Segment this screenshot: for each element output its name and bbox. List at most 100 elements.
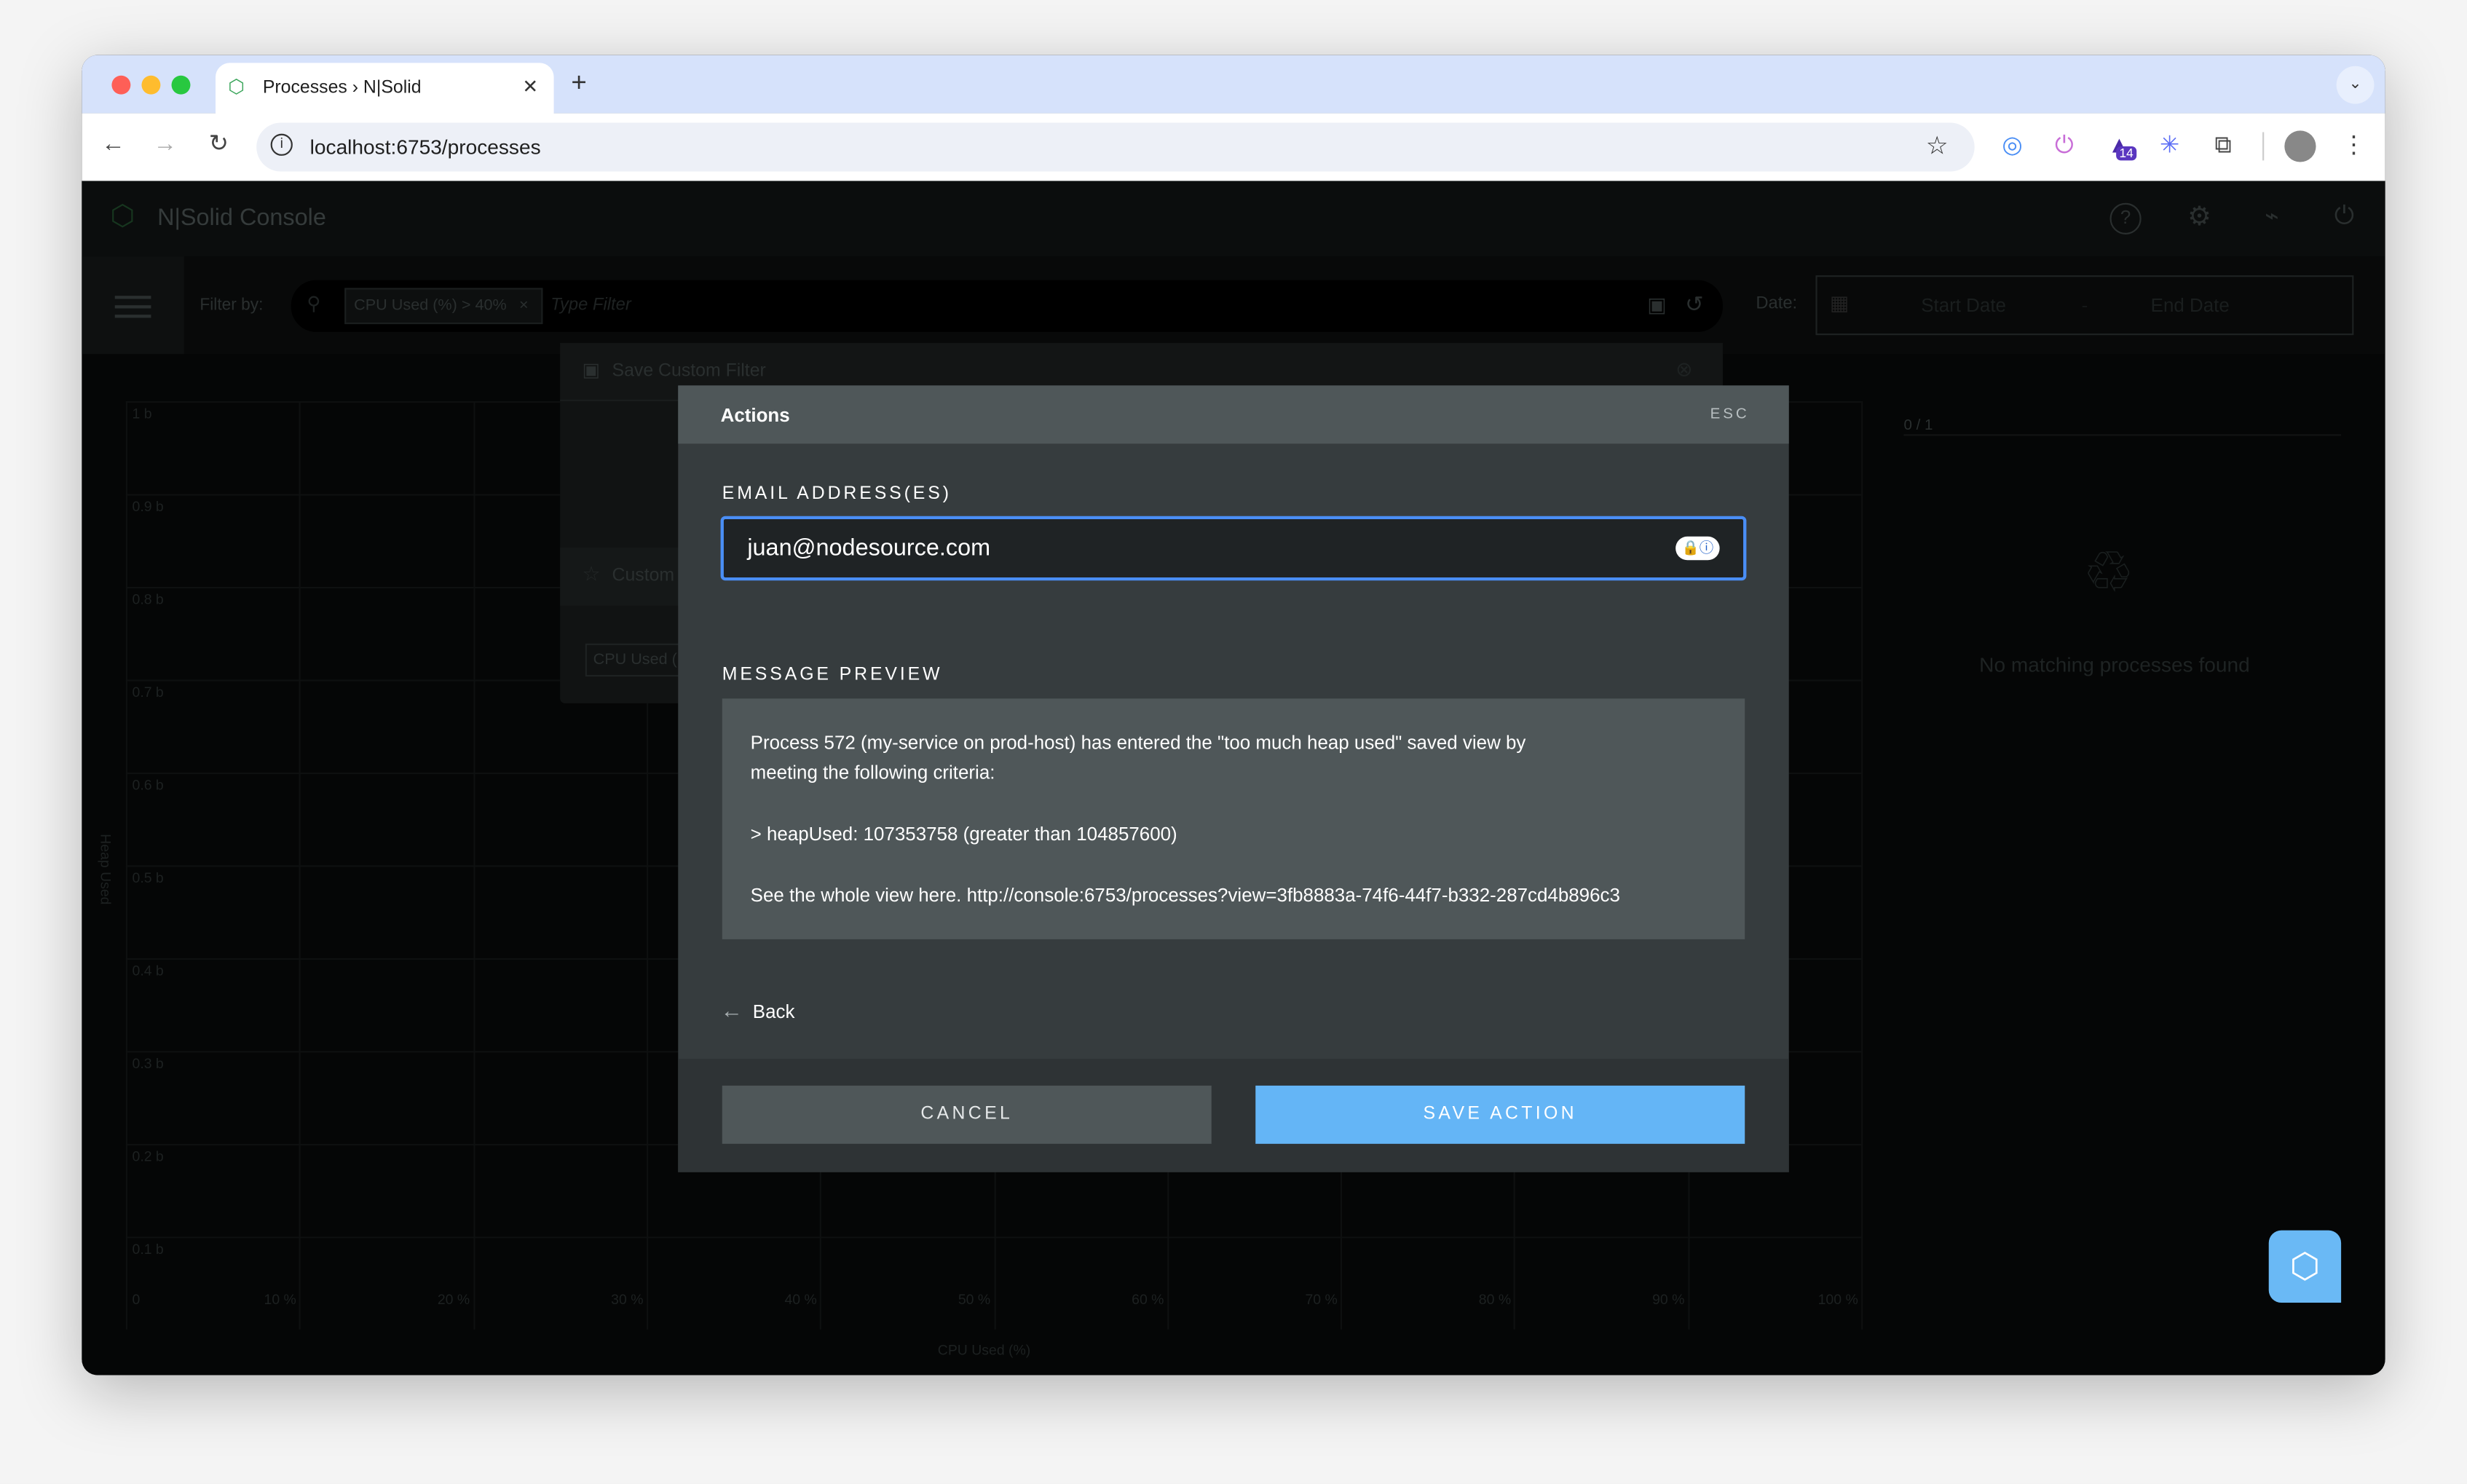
preview-label: MESSAGE PREVIEW <box>722 665 943 684</box>
y-tick-label: 0.3 b <box>132 1055 164 1072</box>
back-icon[interactable]: ← <box>98 129 129 160</box>
preview-line: Process 572 (my-service on prod-host) ha… <box>750 731 1526 754</box>
extension-password-icon[interactable]: ◎ <box>1997 130 2028 162</box>
nsolid-favicon-icon: ⬡ <box>228 75 245 98</box>
x-tick-label: 40 % <box>784 1291 817 1308</box>
y-tick-label: 0.5 b <box>132 869 164 886</box>
preview-line: See the whole view here. http://console:… <box>750 884 1620 907</box>
x-tick-label: 20 % <box>437 1291 470 1308</box>
save-action-button[interactable]: SAVE ACTION <box>1255 1085 1745 1144</box>
filter-chip[interactable]: CPU Used (%) > 40% × <box>344 288 543 325</box>
close-window-button[interactable] <box>111 75 131 95</box>
end-date-input[interactable]: End Date <box>2151 294 2230 316</box>
close-popover-icon[interactable]: ⊗ <box>1675 357 1693 382</box>
date-range-picker[interactable]: ▦ Start Date - End Date <box>1815 275 2354 336</box>
modal-header: Actions ESC <box>678 385 1789 444</box>
password-manager-icon[interactable]: 🔒ⓘ <box>1675 536 1720 561</box>
gear-icon[interactable]: ⚙ <box>2184 203 2215 234</box>
y-tick-label: 0.1 b <box>132 1241 164 1258</box>
esc-close-button[interactable]: ESC <box>1710 406 1750 423</box>
x-axis-label[interactable]: CPU Used (%) <box>938 1342 1031 1358</box>
x-tick-label: 70 % <box>1305 1291 1338 1308</box>
filter-placeholder: Type Filter <box>550 296 631 315</box>
help-icon[interactable]: ? <box>2109 202 2142 234</box>
grid-line <box>299 400 301 1330</box>
popover-title: Save Custom Filter <box>612 361 766 381</box>
actions-modal: Actions ESC EMAIL ADDRESS(ES) juan@nodes… <box>678 385 1789 1172</box>
browser-tab[interactable]: ⬡ Processes › N|Solid ✕ <box>216 63 554 115</box>
y-tick-label: 0.4 b <box>132 963 164 979</box>
star-icon: ☆ <box>582 561 601 585</box>
close-tab-icon[interactable]: ✕ <box>522 76 538 98</box>
y-tick-label: 0.8 b <box>132 591 164 608</box>
browser-menu-icon[interactable]: ⋮ <box>2338 130 2369 162</box>
preview-line: > heapUsed: 107353758 (greater than 1048… <box>750 823 1177 845</box>
chat-support-button[interactable]: ⬡ <box>2268 1230 2342 1303</box>
grid-line <box>125 400 128 1330</box>
cancel-button[interactable]: CANCEL <box>722 1085 1212 1144</box>
grid-line <box>473 400 475 1330</box>
nsolid-app: ⬡ N|Solid Console ? ⚙ ⌁ ⏻ Filter by: ⚲ C… <box>82 181 2385 1376</box>
save-filter-icon[interactable]: ▣ <box>1647 293 1667 318</box>
profile-avatar[interactable] <box>2284 130 2316 162</box>
grid-line <box>1861 400 1863 1330</box>
bookmark-star-icon[interactable]: ☆ <box>1926 130 1949 162</box>
x-tick-label: 50 % <box>958 1291 991 1308</box>
x-tick-label: 30 % <box>611 1291 644 1308</box>
power-icon[interactable]: ⏻ <box>2329 203 2360 234</box>
nsolid-chat-icon: ⬡ <box>2289 1246 2321 1286</box>
empty-state-message: No matching processes found <box>1979 652 2250 677</box>
back-link[interactable]: ← Back <box>721 998 795 1026</box>
extension-snowflake-icon[interactable]: ✳ <box>2154 130 2185 162</box>
browser-toolbar: ← → ↻ i localhost:6753/processes ☆ ◎ ⏻ ▲… <box>82 113 2385 181</box>
menu-toggle[interactable] <box>82 256 184 355</box>
maximize-window-button[interactable] <box>171 75 191 95</box>
x-tick-label: 80 % <box>1478 1291 1512 1308</box>
preview-line: meeting the following criteria: <box>750 761 995 784</box>
nsolid-logo-icon: ⬡ <box>110 200 135 232</box>
custom-section-title: Custom <box>612 566 675 585</box>
extensions-puzzle-icon[interactable]: ⧉ <box>2207 130 2238 162</box>
toolbar-divider <box>2262 132 2265 161</box>
email-input[interactable]: juan@nodesource.com 🔒ⓘ <box>720 516 1747 581</box>
arrow-left-icon: ← <box>720 997 743 1023</box>
plug-icon[interactable]: ⌁ <box>2256 203 2287 234</box>
new-tab-icon[interactable]: + <box>571 68 586 99</box>
y-tick-label: 0.6 b <box>132 777 164 793</box>
x-tick-label: 90 % <box>1652 1291 1685 1308</box>
tab-bar: ⬡ Processes › N|Solid ✕ + ⌄ <box>82 55 2385 115</box>
back-label: Back <box>752 1000 795 1023</box>
app-header: ⬡ N|Solid Console ? ⚙ ⌁ ⏻ <box>82 181 2385 257</box>
y-axis-label[interactable]: Heap Used <box>98 834 114 904</box>
minimize-window-button[interactable] <box>141 75 161 95</box>
search-icon: ⚲ <box>307 292 321 315</box>
modal-title: Actions <box>720 404 790 427</box>
tab-title: Processes › N|Solid <box>262 79 422 98</box>
tab-search-chevron-down-icon[interactable]: ⌄ <box>2336 66 2375 104</box>
y-tick-label: 0.7 b <box>132 684 164 700</box>
forward-icon[interactable]: → <box>149 129 181 160</box>
message-preview: Process 572 (my-service on prod-host) ha… <box>722 698 1745 939</box>
address-bar[interactable]: i localhost:6753/processes ☆ <box>256 122 1975 172</box>
email-value: juan@nodesource.com <box>747 534 991 562</box>
hamburger-icon <box>114 296 151 318</box>
date-label: Date: <box>1756 294 1798 313</box>
filter-input[interactable]: ⚲ CPU Used (%) > 40% × Type Filter ▣ ↺ <box>291 280 1723 332</box>
remove-chip-icon[interactable]: × <box>519 297 529 315</box>
site-info-icon[interactable]: i <box>270 133 293 156</box>
y-tick-label: 1 b <box>132 406 152 422</box>
history-icon[interactable]: ↺ <box>1685 291 1703 318</box>
reload-icon[interactable]: ↻ <box>203 129 234 160</box>
start-date-input[interactable]: Start Date <box>1921 294 2006 316</box>
extension-power-icon[interactable]: ⏻ <box>2048 130 2080 162</box>
date-separator: - <box>2081 294 2088 317</box>
process-list-header: 0 / 1 <box>1903 409 2342 436</box>
save-icon: ▣ <box>582 358 600 381</box>
email-label: EMAIL ADDRESS(ES) <box>722 484 952 504</box>
process-count: 0 / 1 <box>1903 417 1933 435</box>
x-tick-label: 60 % <box>1132 1291 1164 1308</box>
url-text[interactable]: localhost:6753/processes <box>310 135 541 159</box>
x-tick-label: 0 <box>132 1291 141 1308</box>
browser-window: ⬡ Processes › N|Solid ✕ + ⌄ ← → ↻ i loca… <box>82 55 2385 1376</box>
recycle-icon: ♲ <box>2083 540 2134 604</box>
